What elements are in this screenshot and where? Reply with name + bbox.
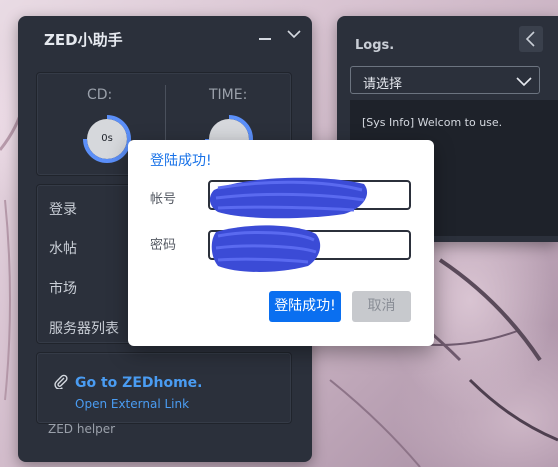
- dialog-title: 登陆成功!: [150, 153, 212, 169]
- menu-item-market[interactable]: 市场: [49, 278, 77, 298]
- cd-value: 0s: [101, 133, 113, 144]
- chevron-down-icon: [516, 77, 532, 87]
- logs-title: Logs.: [355, 38, 395, 53]
- menu-item-login[interactable]: 登录: [49, 199, 77, 219]
- logs-back-button[interactable]: [519, 26, 543, 52]
- minimize-icon[interactable]: [258, 28, 274, 48]
- panel-title: ZED小助手: [44, 31, 123, 49]
- log-type-select-value: 请选择: [363, 77, 403, 92]
- link-card: Go to ZEDhome. Open External Link: [36, 352, 292, 424]
- password-label: 密码: [150, 238, 177, 253]
- password-field[interactable]: [208, 230, 411, 260]
- menu-item-post[interactable]: 水帖: [49, 238, 77, 258]
- log-line: [Sys Info] Welcom to use.: [362, 116, 503, 129]
- log-type-select[interactable]: 请选择: [350, 66, 540, 94]
- account-field[interactable]: [208, 180, 411, 210]
- cd-gauge: 0s: [83, 115, 131, 163]
- paperclip-icon: [54, 374, 68, 389]
- cancel-button[interactable]: 取消: [352, 291, 411, 322]
- menu-item-server-list[interactable]: 服务器列表: [49, 318, 119, 338]
- cd-label: CD:: [87, 87, 113, 103]
- panel-footer: ZED helper: [48, 422, 116, 436]
- login-dialog: 登陆成功! 帐号 密码 登陆成功! 取消: [128, 140, 434, 346]
- chevron-left-icon: [525, 31, 535, 47]
- zedhome-link[interactable]: Go to ZEDhome.: [75, 375, 203, 391]
- confirm-button[interactable]: 登陆成功!: [269, 291, 341, 322]
- external-link[interactable]: Open External Link: [75, 397, 189, 411]
- chevron-down-icon[interactable]: [286, 26, 302, 42]
- time-label: TIME:: [209, 87, 248, 103]
- account-label: 帐号: [150, 192, 177, 207]
